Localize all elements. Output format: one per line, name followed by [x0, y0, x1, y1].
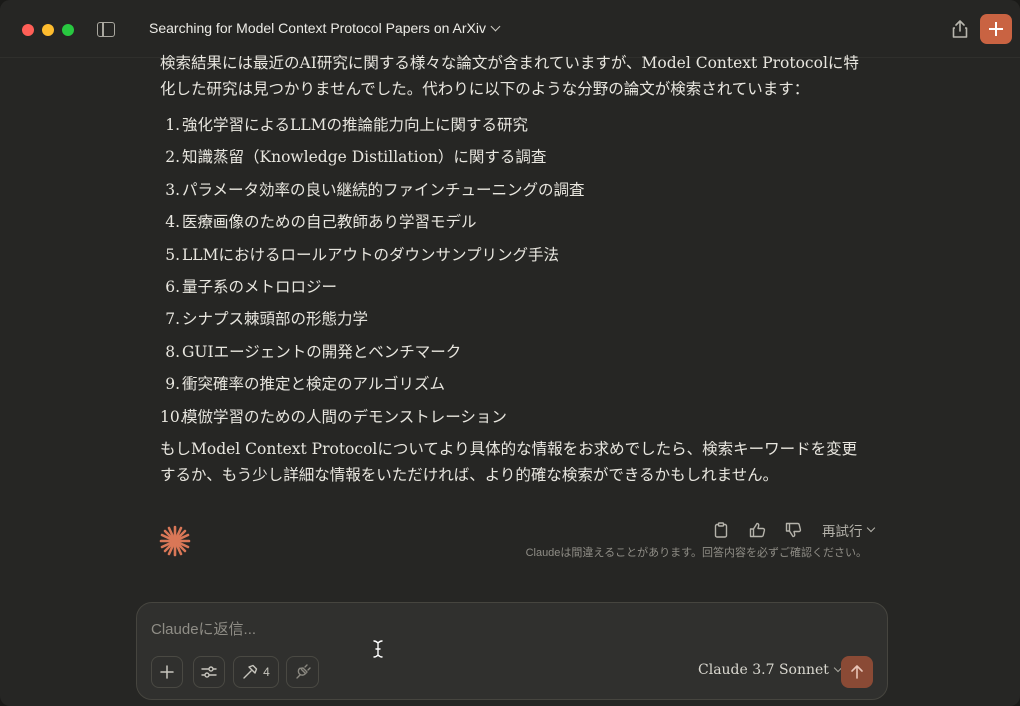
list-item: 4. 医療画像のための自己教師あり学習モデル [165, 213, 477, 232]
new-chat-button[interactable] [980, 14, 1012, 44]
thumbs-up-icon [749, 522, 765, 538]
list-item: 8. GUIエージェントの開発とベンチマーク [165, 342, 462, 361]
message-actions: 再試行 [710, 520, 875, 540]
conversation-title-menu[interactable]: Searching for Model Context Protocol Pap… [149, 20, 501, 36]
list-item: 5. LLMにおけるロールアウトのダウンサンプリング手法 [165, 245, 559, 264]
model-name: Claude 3.7 Sonnet [698, 662, 829, 678]
copy-button[interactable] [710, 520, 732, 540]
thumbs-down-icon [785, 522, 801, 538]
list-item: 10. 模倣学習のための人間のデモンストレーション [160, 407, 507, 426]
list-item: 6. 量子系のメトロロジー [165, 277, 338, 296]
clipboard-icon [714, 522, 728, 538]
integrations-button[interactable] [286, 656, 319, 688]
claude-logo-icon [159, 525, 191, 557]
list-item: 1. 強化学習によるLLMの推論能力向上に関する研究 [165, 116, 528, 134]
settings-button[interactable] [193, 656, 225, 688]
tools-count: 4 [263, 665, 270, 679]
message-intro: 検索結果には最近のAI研究に関する様々な論文が含まれていますが、Model Co… [160, 54, 859, 98]
chevron-down-icon [866, 523, 875, 533]
findings-list: 1. 強化学習によるLLMの推論能力向上に関する研究 2. 知識蒸留（Knowled… [160, 112, 860, 436]
attach-button[interactable] [151, 656, 183, 688]
hammer-icon [243, 664, 258, 679]
composer: 4 Claude 3.7 Sonnet [136, 602, 888, 700]
plug-icon [295, 664, 311, 679]
plus-icon [160, 665, 174, 679]
retry-button[interactable]: 再試行 [822, 520, 875, 540]
sidebar-toggle-icon[interactable] [97, 22, 115, 37]
reply-input[interactable] [151, 617, 711, 641]
send-button[interactable] [841, 656, 873, 688]
app-window: Searching for Model Context Protocol Pap… [0, 0, 1020, 706]
message-outro: もしModel Context Protocolについてより具体的な情報をお求め… [160, 439, 858, 484]
model-selector[interactable]: Claude 3.7 Sonnet [698, 662, 843, 678]
chevron-down-icon [490, 21, 501, 31]
arrow-up-icon [851, 665, 863, 679]
list-item: 9. 衝突確率の推定と検定のアルゴリズム [165, 375, 446, 394]
disclaimer-text: Claudeは間違えることがあります。回答内容を必ずご確認ください。 [525, 547, 867, 559]
sliders-icon [201, 666, 217, 678]
maximize-window-button[interactable] [62, 24, 74, 36]
list-item: 2. 知識蒸留（Knowledge Distillation）に関する調査 [165, 148, 547, 167]
list-item: 3. パラメータ効率の良い継続的ファインチューニングの調査 [165, 180, 585, 199]
thumbs-up-button[interactable] [746, 520, 768, 540]
close-window-button[interactable] [22, 24, 34, 36]
list-item: 7. シナプス棘頭部の形態力学 [165, 310, 369, 329]
tools-button[interactable]: 4 [233, 656, 279, 688]
assistant-message: 検索結果には最近のAI研究に関する様々な論文が含まれていますが、Model Co… [160, 50, 860, 488]
minimize-window-button[interactable] [42, 24, 54, 36]
share-icon[interactable] [951, 19, 969, 39]
conversation-title: Searching for Model Context Protocol Pap… [149, 20, 486, 36]
retry-label: 再試行 [822, 524, 863, 539]
thumbs-down-button[interactable] [782, 520, 804, 540]
text-cursor-icon [373, 640, 383, 658]
